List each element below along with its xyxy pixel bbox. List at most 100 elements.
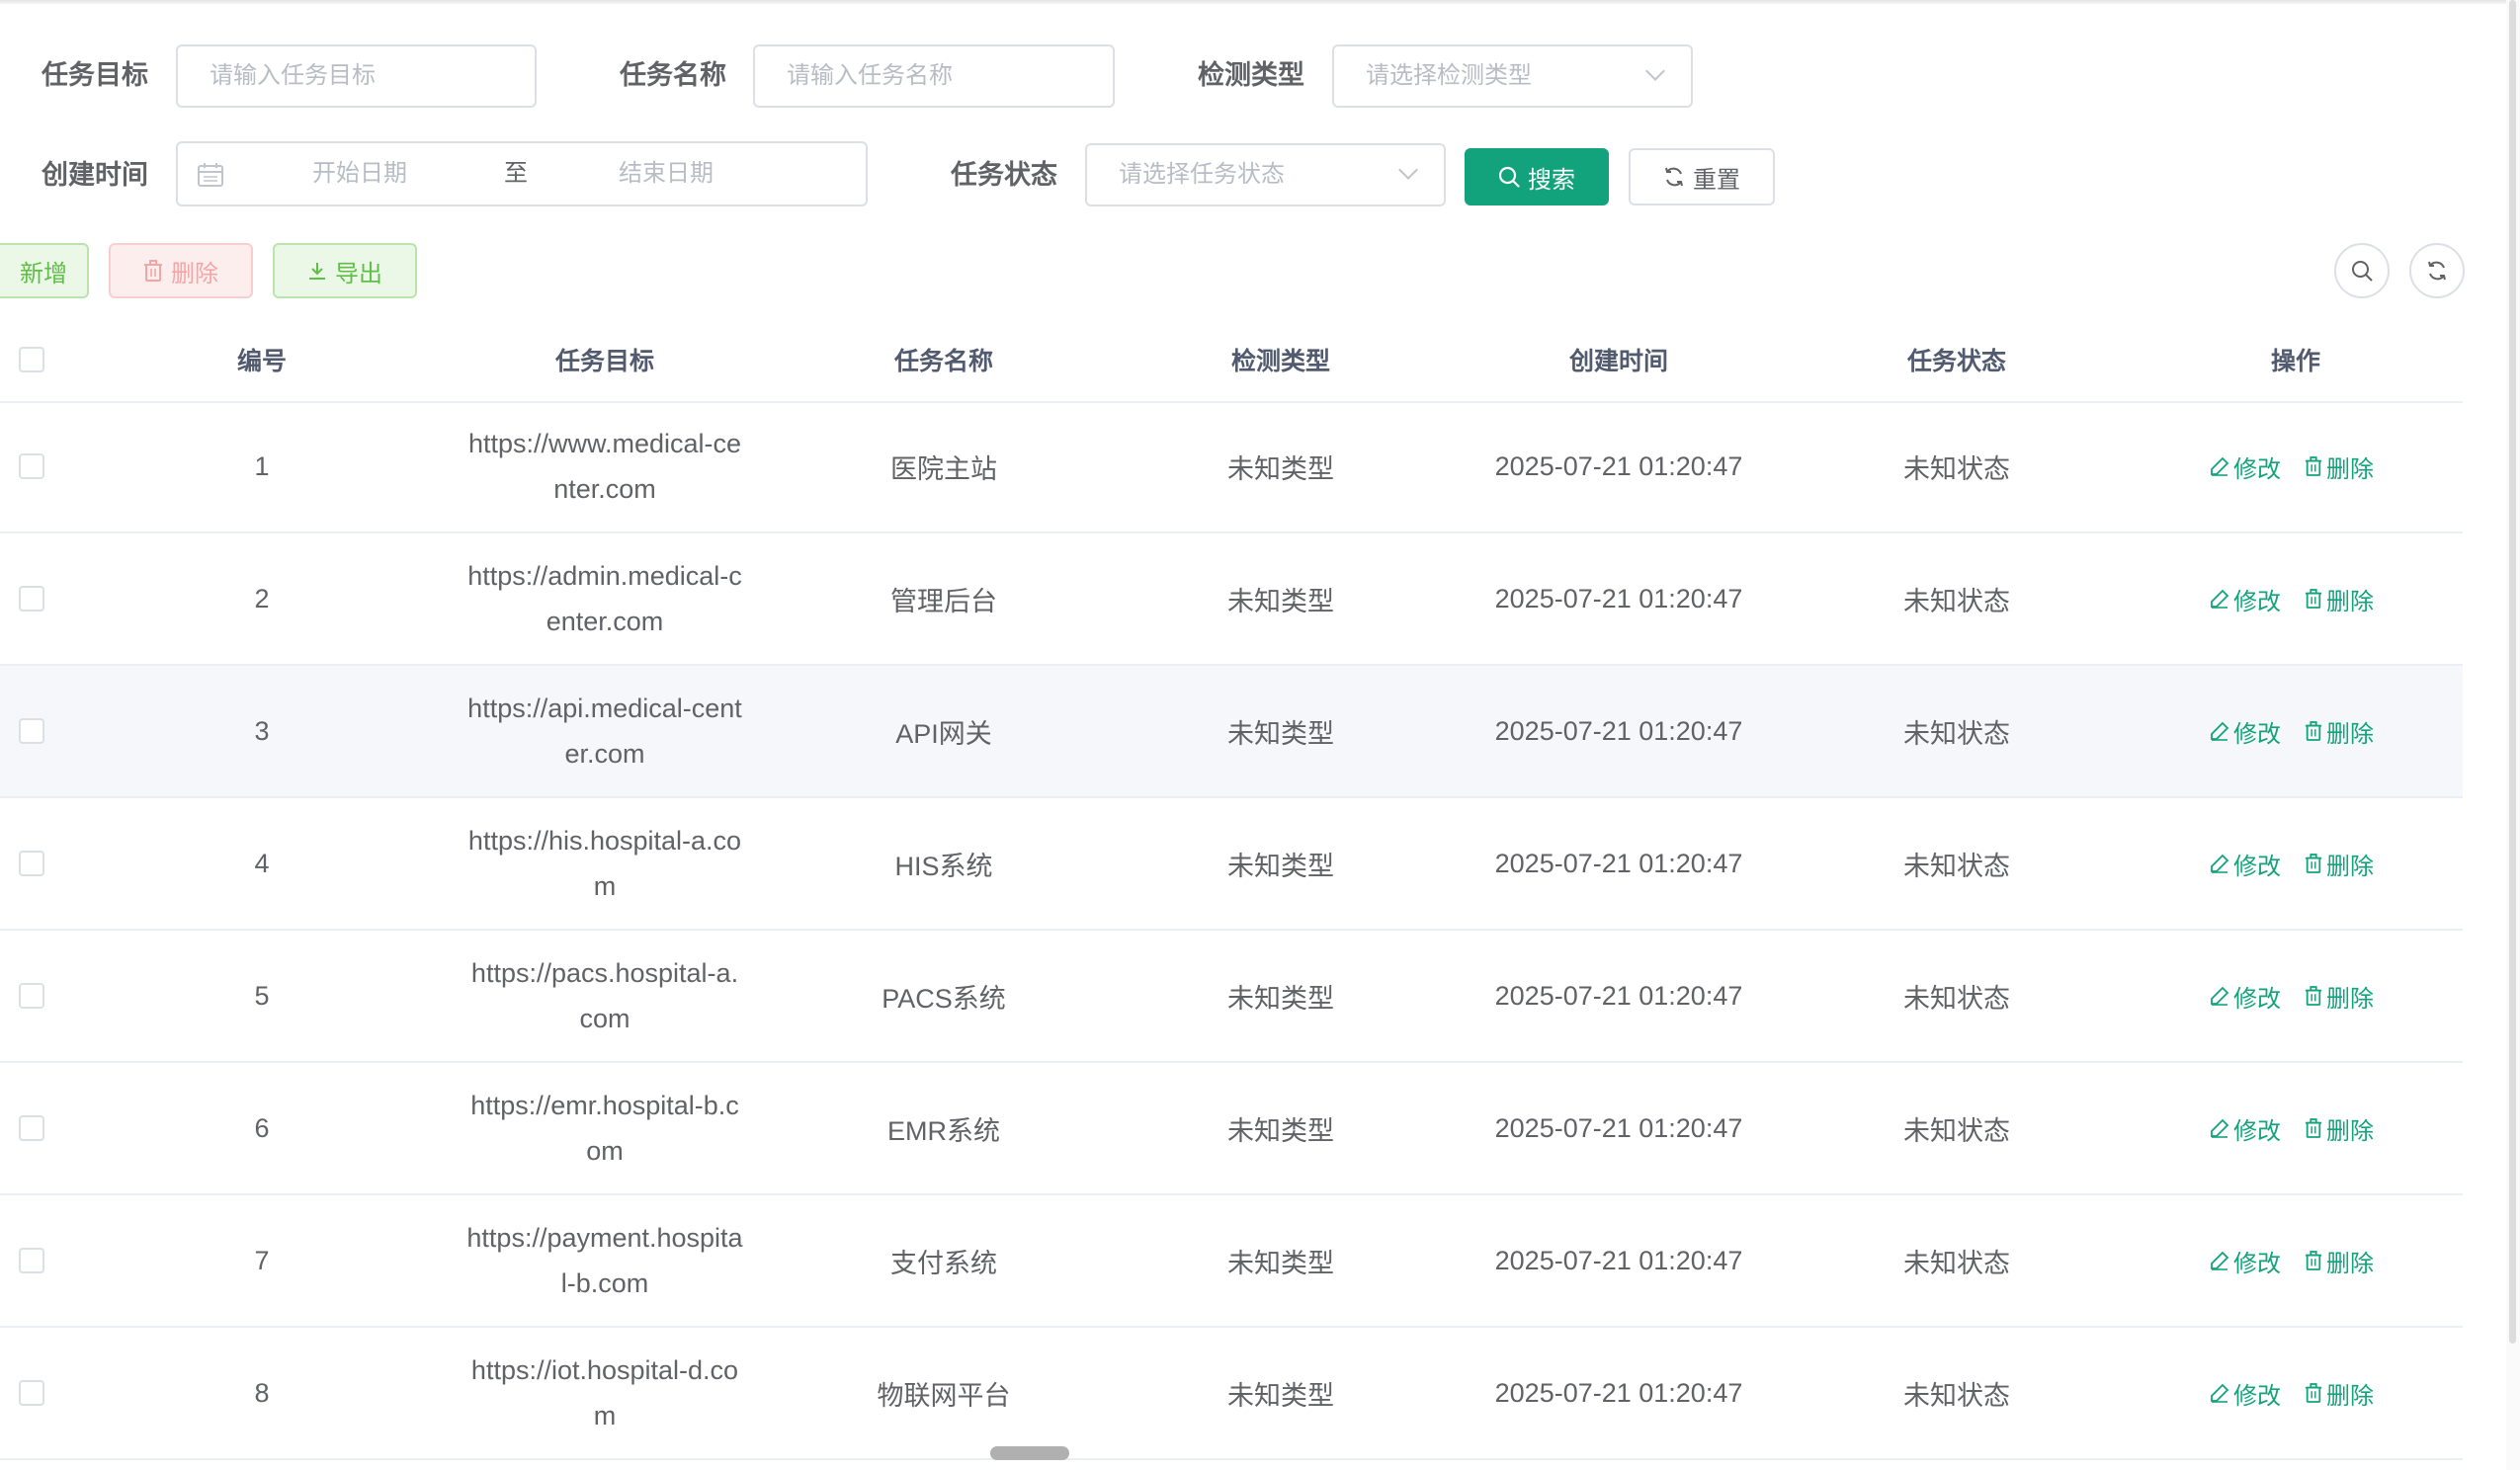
toggle-search-button[interactable] — [2334, 243, 2390, 298]
edit-label: 修改 — [2233, 853, 2281, 880]
cell-type: 未知类型 — [1227, 851, 1334, 881]
refresh-icon — [1665, 167, 1683, 187]
cell-name: EMR系统 — [887, 1115, 1000, 1146]
row-checkbox[interactable] — [19, 718, 44, 744]
cell-status: 未知状态 — [1903, 983, 2010, 1014]
delete-label: 删除 — [2326, 1382, 2374, 1410]
search-button-label: 搜索 — [1528, 166, 1575, 194]
add-button[interactable]: 新增 — [0, 243, 89, 298]
cell-name: PACS系统 — [882, 983, 1006, 1014]
col-header-type: 检测类型 — [1230, 348, 1330, 375]
trash-icon — [144, 260, 162, 282]
cell-status: 未知状态 — [1903, 718, 2010, 749]
edit-link[interactable]: 修改 — [2210, 449, 2281, 484]
cell-type: 未知类型 — [1227, 1248, 1334, 1278]
delete-selected-button[interactable]: 删除 — [109, 243, 253, 298]
task-target-label: 任务目标 — [42, 60, 148, 90]
edit-link[interactable]: 修改 — [2210, 582, 2281, 616]
cell-target: https://emr.hospital-b.c om — [437, 1063, 773, 1193]
cell-id: 4 — [254, 848, 270, 878]
row-checkbox[interactable] — [19, 586, 44, 612]
table-row: 3 https://api.medical-cent er.com API网关 未… — [0, 666, 2463, 798]
cell-target-line: nter.com — [553, 474, 656, 504]
delete-label: 删除 — [2326, 1117, 2374, 1145]
table-row: 6 https://emr.hospital-b.c om EMR系统 未知类型 … — [0, 1063, 2463, 1195]
cell-name: HIS系统 — [894, 851, 993, 881]
cell-status: 未知状态 — [1903, 586, 2010, 616]
task-target-input[interactable]: 请输入任务目标 — [176, 44, 537, 108]
delete-link[interactable]: 删除 — [2305, 979, 2374, 1014]
create-time-label: 创建时间 — [42, 160, 148, 190]
edit-link[interactable]: 修改 — [2210, 1111, 2281, 1146]
cell-id: 2 — [254, 583, 270, 613]
search-button[interactable]: 搜索 — [1465, 148, 1609, 205]
delete-link[interactable]: 删除 — [2305, 1376, 2374, 1411]
cell-target: https://pacs.hospital-a. com — [437, 931, 773, 1061]
cell-target-line: enter.com — [546, 607, 664, 636]
cell-target-line: https://admin.medical-c — [467, 561, 742, 591]
select-all-checkbox[interactable] — [19, 347, 44, 372]
cell-target-line: https://his.hospital-a.co — [467, 826, 742, 856]
col-header-name: 任务名称 — [893, 348, 993, 375]
edit-link[interactable]: 修改 — [2210, 714, 2281, 749]
row-checkbox[interactable] — [19, 1380, 44, 1406]
row-checkbox[interactable] — [19, 851, 44, 876]
delete-link[interactable]: 删除 — [2305, 847, 2374, 881]
edit-link[interactable]: 修改 — [2210, 1244, 2281, 1278]
cell-target: https://api.medical-cent er.com — [437, 666, 773, 796]
edit-icon — [2211, 1251, 2229, 1270]
vertical-scrollbar[interactable] — [2509, 0, 2516, 1344]
cell-target-line: https://emr.hospital-b.c — [470, 1091, 739, 1120]
edit-link[interactable]: 修改 — [2210, 1376, 2281, 1411]
horizontal-scrollbar[interactable] — [990, 1446, 1069, 1460]
table-row: 2 https://admin.medical-c enter.com 管理后台 … — [0, 533, 2463, 666]
export-button[interactable]: 导出 — [273, 243, 417, 298]
edit-icon — [2211, 589, 2229, 609]
cell-target-line: https://pacs.hospital-a. — [470, 958, 739, 988]
row-checkbox[interactable] — [19, 983, 44, 1009]
refresh-button[interactable] — [2409, 243, 2465, 298]
add-button-label: 新增 — [20, 260, 67, 287]
edit-link[interactable]: 修改 — [2210, 979, 2281, 1014]
search-icon — [2352, 261, 2373, 282]
col-header-id: 编号 — [236, 348, 287, 375]
task-status-select[interactable]: 请选择任务状态 — [1085, 143, 1446, 206]
row-checkbox[interactable] — [19, 453, 44, 479]
edit-icon — [2211, 1383, 2229, 1403]
detect-type-select[interactable]: 请选择检测类型 — [1332, 44, 1693, 108]
edit-label: 修改 — [2233, 588, 2281, 615]
delete-link[interactable]: 删除 — [2305, 1111, 2374, 1146]
row-checkbox[interactable] — [19, 1115, 44, 1141]
table-row: 7 https://payment.hospita l-b.com 支付系统 未知… — [0, 1195, 2463, 1328]
cell-target-line: er.com — [564, 739, 645, 769]
row-actions: 修改 删除 — [2210, 401, 2374, 531]
cell-target-line: https://www.medical-ce — [467, 429, 742, 458]
end-date-placeholder[interactable]: 结束日期 — [619, 154, 714, 194]
reset-button-label: 重置 — [1693, 166, 1740, 194]
cell-target-line: https://payment.hospita — [466, 1223, 743, 1253]
delete-link[interactable]: 删除 — [2305, 1244, 2374, 1278]
cell-target: https://his.hospital-a.co m — [437, 798, 773, 929]
delete-link[interactable]: 删除 — [2305, 449, 2374, 484]
detect-type-label: 检测类型 — [1198, 60, 1304, 90]
reset-button[interactable]: 重置 — [1629, 148, 1775, 205]
trash-icon — [2305, 854, 2322, 873]
delete-link[interactable]: 删除 — [2305, 582, 2374, 616]
delete-label: 删除 — [2326, 455, 2374, 483]
cell-target-line: m — [593, 871, 617, 901]
row-checkbox[interactable] — [19, 1248, 44, 1273]
edit-link[interactable]: 修改 — [2210, 847, 2281, 881]
create-time-range-picker[interactable]: 开始日期 至 结束日期 — [176, 141, 868, 206]
start-date-placeholder[interactable]: 开始日期 — [312, 154, 407, 194]
col-header-status: 任务状态 — [1906, 348, 2006, 375]
chevron-down-icon — [1645, 61, 1665, 81]
task-name-input[interactable]: 请输入任务名称 — [753, 44, 1115, 108]
cell-type: 未知类型 — [1227, 586, 1334, 616]
cell-id: 3 — [254, 715, 270, 746]
cell-type: 未知类型 — [1227, 1115, 1334, 1146]
table-row: 8 https://iot.hospital-d.co m 物联网平台 未知类型 … — [0, 1328, 2463, 1460]
delete-label: 删除 — [2326, 720, 2374, 748]
delete-link[interactable]: 删除 — [2305, 714, 2374, 749]
row-actions: 修改 删除 — [2210, 1328, 2374, 1458]
trash-icon — [2305, 986, 2322, 1006]
